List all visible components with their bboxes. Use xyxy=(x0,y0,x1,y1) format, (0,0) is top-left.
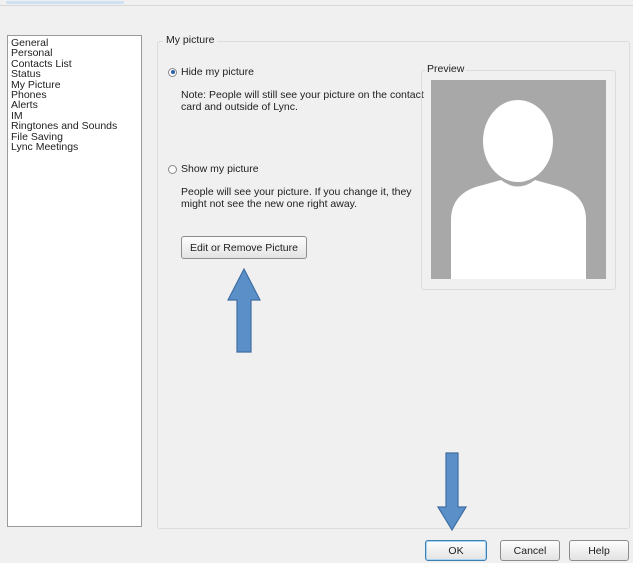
radio-selected-dot xyxy=(170,70,175,74)
default-avatar-icon xyxy=(431,80,606,279)
hide-picture-label: Hide my picture xyxy=(181,66,254,78)
hide-picture-note: Note: People will still see your picture… xyxy=(181,89,424,113)
window-top-edge xyxy=(0,0,633,6)
title-accent xyxy=(6,1,124,4)
show-picture-note-line-1: People will see your picture. If you cha… xyxy=(181,186,412,198)
nav-item-alerts[interactable]: Alerts xyxy=(10,100,141,111)
preview-title: Preview xyxy=(425,63,467,75)
nav-item-status[interactable]: Status xyxy=(10,69,141,80)
show-picture-radio[interactable] xyxy=(168,164,177,174)
annotation-up-arrow-icon xyxy=(227,268,261,353)
cancel-button[interactable]: Cancel xyxy=(500,540,560,561)
nav-item-lync-meetings[interactable]: Lync Meetings xyxy=(10,141,141,152)
hide-picture-note-line-1: Note: People will still see your picture… xyxy=(181,89,424,101)
avatar-head xyxy=(483,100,553,182)
annotation-down-arrow-icon xyxy=(436,452,468,532)
edit-or-remove-picture-button[interactable]: Edit or Remove Picture xyxy=(181,236,307,259)
hide-picture-note-line-2: card and outside of Lync. xyxy=(181,101,298,113)
help-button[interactable]: Help xyxy=(569,540,629,561)
ok-button[interactable]: OK xyxy=(425,540,487,561)
hide-picture-option[interactable]: Hide my picture xyxy=(168,66,254,78)
show-picture-label: Show my picture xyxy=(181,163,259,175)
show-picture-note-line-2: might not see the new one right away. xyxy=(181,198,358,210)
nav-item-ringtones-and-sounds[interactable]: Ringtones and Sounds xyxy=(10,121,141,132)
options-category-list[interactable]: General Personal Contacts List Status My… xyxy=(7,35,142,527)
hide-picture-radio[interactable] xyxy=(168,67,177,77)
avatar-shoulders xyxy=(451,180,586,279)
show-picture-note: People will see your picture. If you cha… xyxy=(181,186,412,210)
show-picture-option[interactable]: Show my picture xyxy=(168,163,259,175)
my-picture-group-title: My picture xyxy=(163,34,218,46)
